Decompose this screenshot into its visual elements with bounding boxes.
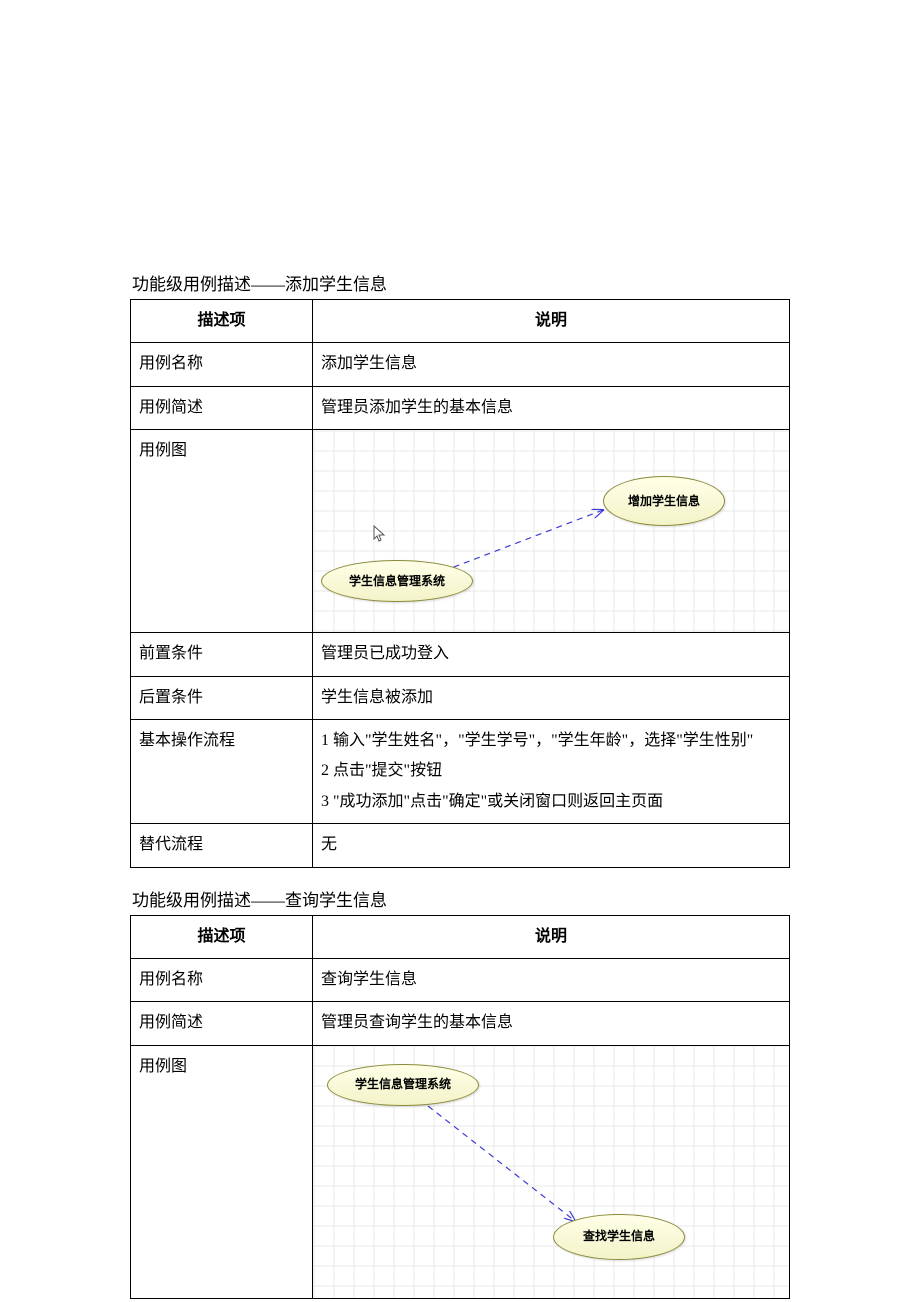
header-desc-item: 描述项 — [131, 915, 313, 958]
cell-brief-value: 管理员添加学生的基本信息 — [313, 386, 790, 429]
cell-diagram: 增加学生信息 学生信息管理系统 — [313, 430, 790, 633]
cell-name-label: 用例名称 — [131, 343, 313, 386]
cell-post-value: 学生信息被添加 — [313, 676, 790, 719]
table-row: 用例图 增加学生信息 学生信息管理系统 — [131, 430, 790, 633]
cell-name-label: 用例名称 — [131, 958, 313, 1001]
uml-node-add-student: 增加学生信息 — [603, 476, 725, 526]
header-desc-item: 描述项 — [131, 300, 313, 343]
cell-flow-label: 基本操作流程 — [131, 719, 313, 823]
header-explain: 说明 — [313, 915, 790, 958]
cell-diagram-label: 用例图 — [131, 430, 313, 633]
flow-line: 2 点击"提交"按钮 — [321, 756, 781, 786]
cell-diagram: 学生信息管理系统 查找学生信息 — [313, 1045, 790, 1298]
cell-name-value: 添加学生信息 — [313, 343, 790, 386]
table-row: 后置条件 学生信息被添加 — [131, 676, 790, 719]
uml-node-system: 学生信息管理系统 — [327, 1064, 479, 1106]
table-row: 用例名称 添加学生信息 — [131, 343, 790, 386]
flow-line: 1 输入"学生姓名"，"学生学号"，"学生年龄"，选择"学生性别" — [321, 726, 781, 756]
uml-node-label: 增加学生信息 — [628, 490, 700, 513]
document-page: 功能级用例描述——添加学生信息 描述项 说明 用例名称 添加学生信息 用例简述 … — [0, 0, 920, 1302]
cell-brief-label: 用例简述 — [131, 386, 313, 429]
table-row: 用例名称 查询学生信息 — [131, 958, 790, 1001]
table-row: 基本操作流程 1 输入"学生姓名"，"学生学号"，"学生年龄"，选择"学生性别"… — [131, 719, 790, 823]
table-header-row: 描述项 说明 — [131, 300, 790, 343]
cell-name-value: 查询学生信息 — [313, 958, 790, 1001]
flow-line: 3 "成功添加"点击"确定"或关闭窗口则返回主页面 — [321, 787, 781, 817]
cell-alt-value: 无 — [313, 824, 790, 867]
table-row: 前置条件 管理员已成功登入 — [131, 633, 790, 676]
use-case-table-1: 描述项 说明 用例名称 添加学生信息 用例简述 管理员添加学生的基本信息 用例图 — [130, 299, 790, 868]
uml-node-query-student: 查找学生信息 — [553, 1214, 685, 1260]
table-header-row: 描述项 说明 — [131, 915, 790, 958]
cell-pre-value: 管理员已成功登入 — [313, 633, 790, 676]
cell-alt-label: 替代流程 — [131, 824, 313, 867]
cell-brief-label: 用例简述 — [131, 1002, 313, 1045]
cell-flow-value: 1 输入"学生姓名"，"学生学号"，"学生年龄"，选择"学生性别" 2 点击"提… — [313, 719, 790, 823]
uml-node-label: 查找学生信息 — [583, 1225, 655, 1248]
table-row: 用例简述 管理员查询学生的基本信息 — [131, 1002, 790, 1045]
use-case-table-2: 描述项 说明 用例名称 查询学生信息 用例简述 管理员查询学生的基本信息 用例图 — [130, 915, 790, 1299]
cursor-icon — [373, 525, 387, 543]
uml-node-system: 学生信息管理系统 — [321, 560, 473, 602]
table-row: 替代流程 无 — [131, 824, 790, 867]
header-explain: 说明 — [313, 300, 790, 343]
cell-brief-value: 管理员查询学生的基本信息 — [313, 1002, 790, 1045]
cell-pre-label: 前置条件 — [131, 633, 313, 676]
section-title-2: 功能级用例描述——查询学生信息 — [132, 886, 790, 911]
cell-diagram-label: 用例图 — [131, 1045, 313, 1298]
table-row: 用例图 学生信息管理系统 查找学生信息 — [131, 1045, 790, 1298]
uml-node-label: 学生信息管理系统 — [349, 570, 445, 593]
section-title-1: 功能级用例描述——添加学生信息 — [132, 270, 790, 295]
uml-node-label: 学生信息管理系统 — [355, 1073, 451, 1096]
cell-post-label: 后置条件 — [131, 676, 313, 719]
table-row: 用例简述 管理员添加学生的基本信息 — [131, 386, 790, 429]
